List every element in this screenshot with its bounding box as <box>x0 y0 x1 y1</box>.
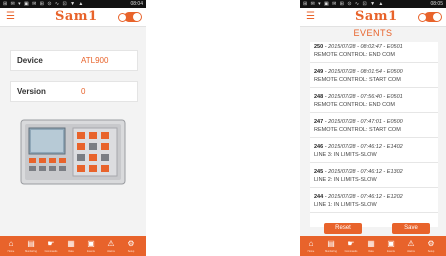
events-screen: ⊞ ✉ ▾ ▣ ✉ ⊞ ⊙ ∿ ⊡ ▼ ▲ 08:05 ☰ Sam1 EVENT… <box>300 0 446 256</box>
connection-indicator-icon <box>418 13 427 22</box>
nav-data[interactable]: ▦ Data <box>62 236 80 256</box>
list-item[interactable]: 246 - 2015/07/28 - 07:46:12 - E1402 LINE… <box>310 142 438 163</box>
connection-indicator-icon <box>118 13 127 22</box>
status-time: 08:05 <box>430 1 443 7</box>
event-meta: - 2015/07/28 - 07:47:01 - E0500 <box>323 119 403 125</box>
setup-icon: ⚙ <box>127 239 135 248</box>
nav-monitoring[interactable]: ▤ Monitoring <box>22 236 40 256</box>
toggle-knob <box>133 13 141 21</box>
menu-icon[interactable]: ☰ <box>4 11 17 22</box>
data-icon: ▦ <box>67 239 75 248</box>
list-item[interactable]: 245 - 2015/07/28 - 07:46:12 - E1302 LINE… <box>310 167 438 188</box>
connection-toggle[interactable] <box>418 12 442 22</box>
device-info-screen: ⊞ ✉ ▾ ▣ ✉ ⊞ ⊙ ∿ ⊡ ▼ ▲ 08:04 ☰ Sam1 Devic… <box>0 0 146 256</box>
event-description: REMOTE CONTROL: START COM <box>314 127 401 133</box>
data-icon: ▦ <box>367 239 375 248</box>
device-label: Device <box>17 56 43 65</box>
alarms-icon: ⚠ <box>407 239 415 248</box>
status-time: 08:04 <box>130 1 143 7</box>
nav-alarms[interactable]: ⚠ Alarms <box>402 236 420 256</box>
save-button[interactable]: Save <box>392 223 430 234</box>
events-list[interactable]: 250 - 2015/07/28 - 08:02:47 - E0501 REMO… <box>310 42 438 227</box>
nav-home[interactable]: ⌂ Home <box>302 236 320 256</box>
nav-commands[interactable]: ☛ Commands <box>42 236 60 256</box>
status-icons: ⊞ ✉ ▾ ▣ ✉ ⊞ ⊙ ∿ ⊡ ▼ ▲ <box>3 1 85 7</box>
event-description: LINE 1: IN LIMITS-SLOW <box>314 202 377 208</box>
version-label: Version <box>17 87 46 96</box>
event-id: 244 <box>314 194 324 200</box>
commands-icon: ☛ <box>47 239 55 248</box>
version-row: Version 0 <box>10 81 138 102</box>
event-meta: - 2015/07/28 - 07:46:12 - E1402 <box>323 144 403 150</box>
monitoring-icon: ▤ <box>27 239 35 248</box>
nav-setup[interactable]: ⚙ Setup <box>422 236 440 256</box>
reset-button[interactable]: Reset <box>324 223 362 234</box>
connection-toggle[interactable] <box>118 12 142 22</box>
event-meta: - 2015/07/28 - 08:01:54 - E0500 <box>323 69 403 75</box>
app-logo: Sam1 <box>55 9 98 24</box>
app-bar: ☰ Sam1 <box>0 8 146 27</box>
event-id: 247 <box>314 119 324 125</box>
list-item[interactable]: 250 - 2015/07/28 - 08:02:47 - E0501 REMO… <box>310 42 438 63</box>
list-item[interactable]: 244 - 2015/07/28 - 07:46:12 - E1202 LINE… <box>310 192 438 213</box>
nav-events[interactable]: ▣ Events <box>82 236 100 256</box>
event-id: 248 <box>314 94 324 100</box>
device-row: Device ATL900 <box>10 50 138 71</box>
list-item[interactable]: 247 - 2015/07/28 - 07:47:01 - E0500 REMO… <box>310 117 438 138</box>
nav-commands[interactable]: ☛ Commands <box>342 236 360 256</box>
bottom-nav: ⌂ Home ▤ Monitoring ☛ Commands ▦ Data ▣ … <box>0 236 146 256</box>
nav-data[interactable]: ▦ Data <box>362 236 380 256</box>
list-item[interactable]: 248 - 2015/07/28 - 07:56:40 - E0501 REMO… <box>310 92 438 113</box>
list-item[interactable]: 249 - 2015/07/28 - 08:01:54 - E0500 REMO… <box>310 67 438 88</box>
event-description: REMOTE CONTROL: END COM <box>314 52 395 58</box>
nav-alarms[interactable]: ⚠ Alarms <box>102 236 120 256</box>
menu-icon[interactable]: ☰ <box>304 11 317 22</box>
monitoring-icon: ▤ <box>327 239 335 248</box>
device-image <box>20 119 126 185</box>
status-bar: ⊞ ✉ ▾ ▣ ✉ ⊞ ⊙ ∿ ⊡ ▼ ▲ 08:04 <box>0 0 146 8</box>
commands-icon: ☛ <box>347 239 355 248</box>
home-icon: ⌂ <box>308 239 314 248</box>
toggle-knob <box>433 13 441 21</box>
event-meta: - 2015/07/28 - 07:46:12 - E1202 <box>323 194 403 200</box>
setup-icon: ⚙ <box>427 239 435 248</box>
event-description: REMOTE CONTROL: START COM <box>314 77 401 83</box>
status-icons: ⊞ ✉ ▾ ▣ ✉ ⊞ ⊙ ∿ ⊡ ▼ ▲ <box>303 1 385 7</box>
nav-home[interactable]: ⌂ Home <box>2 236 20 256</box>
event-id: 245 <box>314 169 324 175</box>
event-description: LINE 2: IN LIMITS-SLOW <box>314 177 377 183</box>
alarms-icon: ⚠ <box>107 239 115 248</box>
app-bar: ☰ Sam1 <box>300 8 446 27</box>
event-id: 246 <box>314 144 324 150</box>
device-value: ATL900 <box>81 56 109 65</box>
page-title: EVENTS <box>353 28 393 38</box>
event-meta: - 2015/07/28 - 07:56:40 - E0501 <box>323 94 403 100</box>
nav-monitoring[interactable]: ▤ Monitoring <box>322 236 340 256</box>
events-icon: ▣ <box>87 239 95 248</box>
home-icon: ⌂ <box>8 239 14 248</box>
event-meta: - 2015/07/28 - 07:46:12 - E1302 <box>323 169 403 175</box>
events-icon: ▣ <box>387 239 395 248</box>
event-id: 249 <box>314 69 324 75</box>
event-description: LINE 3: IN LIMITS-SLOW <box>314 152 377 158</box>
event-id: 250 <box>314 44 324 50</box>
status-bar: ⊞ ✉ ▾ ▣ ✉ ⊞ ⊙ ∿ ⊡ ▼ ▲ 08:05 <box>300 0 446 8</box>
nav-setup[interactable]: ⚙ Setup <box>122 236 140 256</box>
event-meta: - 2015/07/28 - 08:02:47 - E0501 <box>323 44 403 50</box>
event-description: REMOTE CONTROL: END COM <box>314 102 395 108</box>
bottom-nav: ⌂ Home ▤ Monitoring ☛ Commands ▦ Data ▣ … <box>300 236 446 256</box>
version-value: 0 <box>81 87 86 96</box>
app-logo: Sam1 <box>355 9 398 24</box>
nav-events[interactable]: ▣ Events <box>382 236 400 256</box>
